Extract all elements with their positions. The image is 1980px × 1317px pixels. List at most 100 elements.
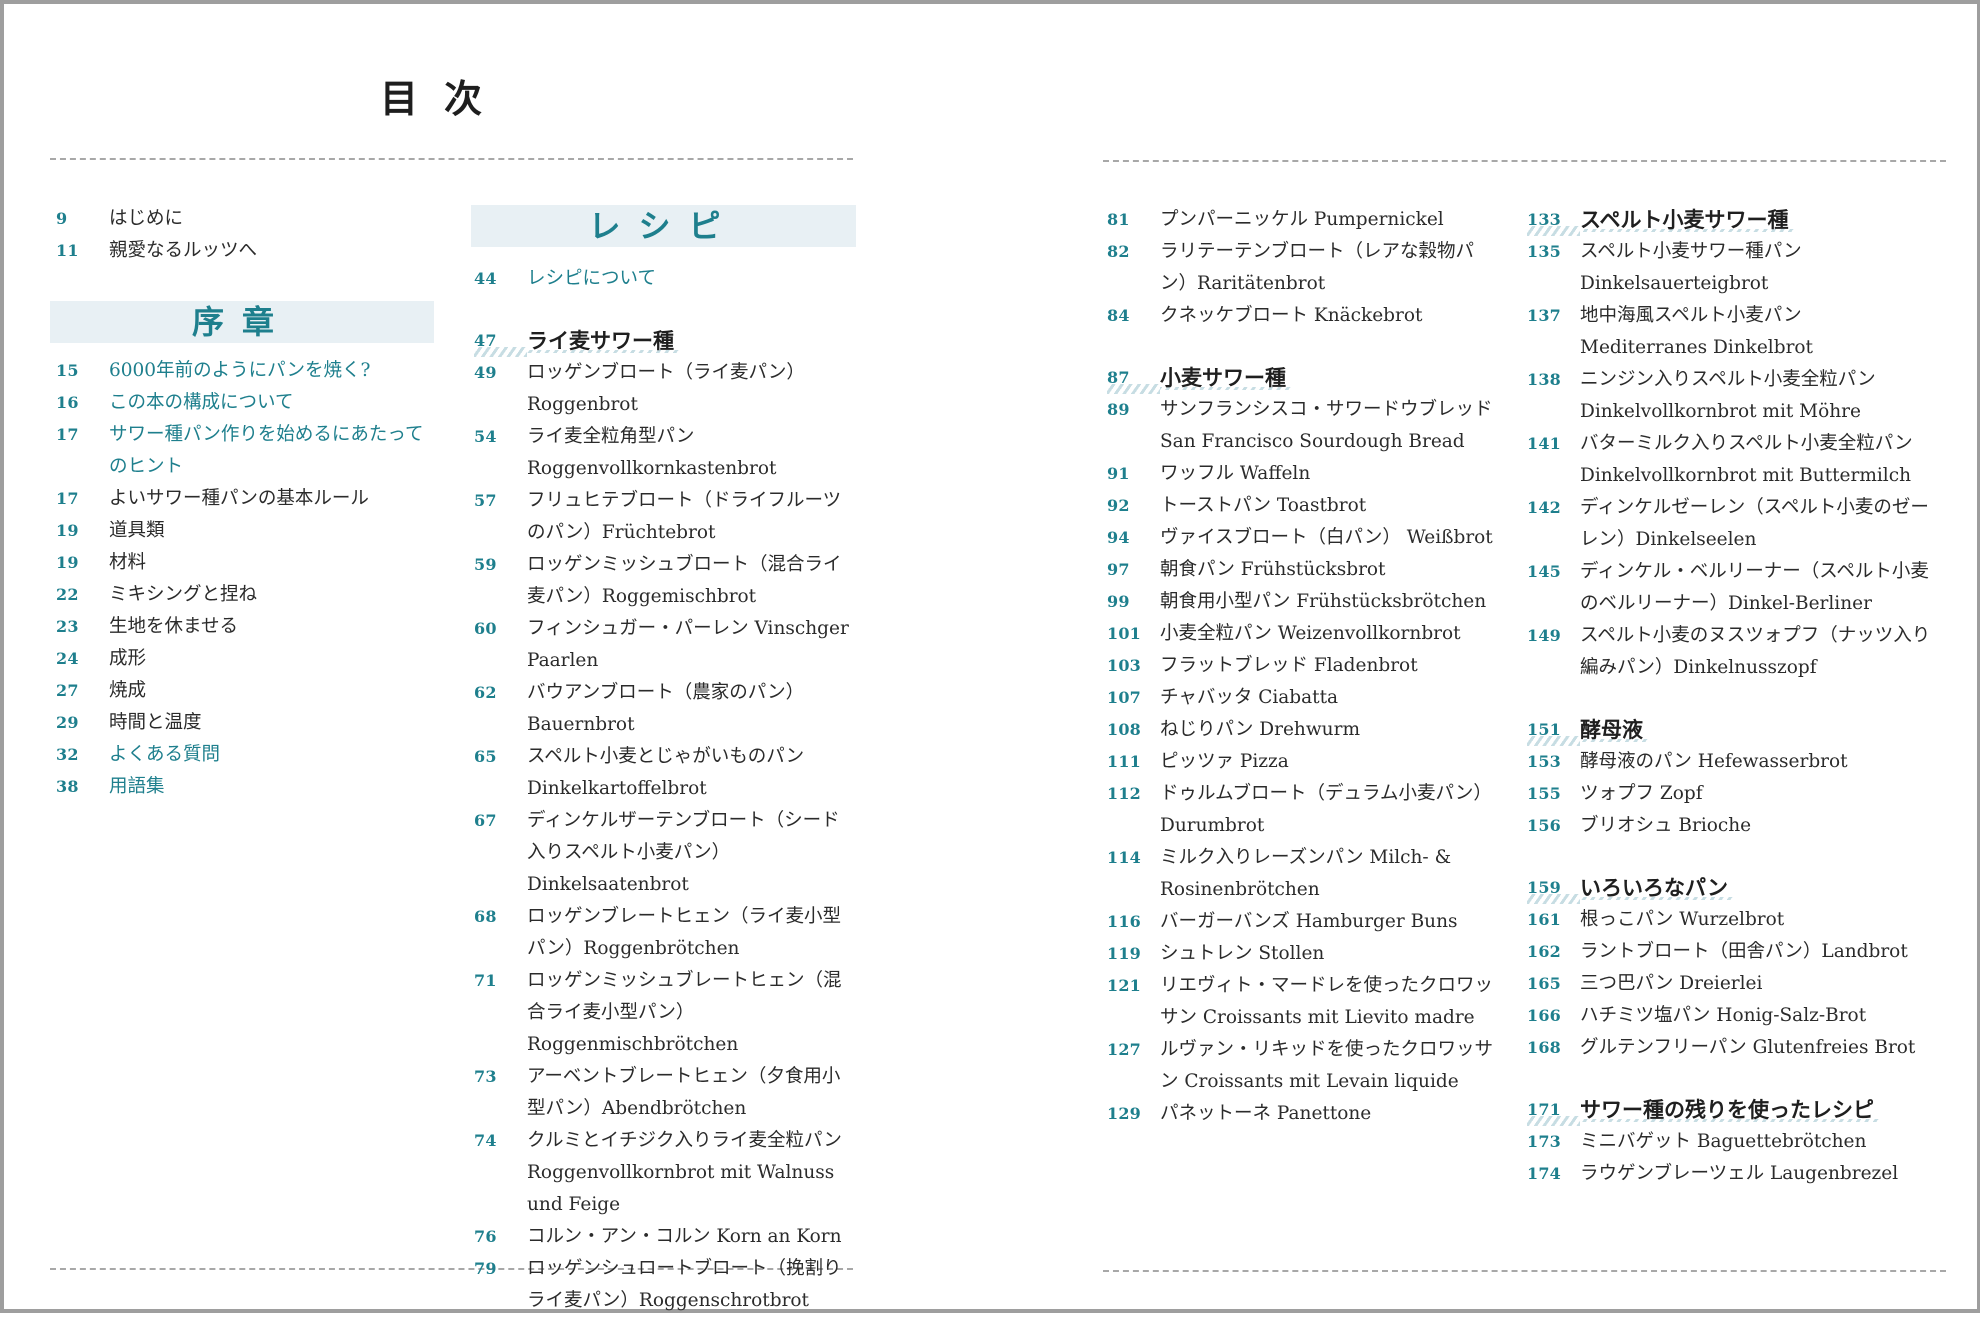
toc-entry[interactable]: 29 時間と温度 — [56, 707, 434, 739]
toc-entry[interactable]: 27 焼成 — [56, 675, 434, 707]
toc-column-2: レシピ 44 レシピについて 47 ライ麦サワー種 49 ロッゲンブロート（ライ麦パン）R… — [471, 205, 856, 1317]
toc-entry[interactable]: 62 バウアンブロート（農家のパン）Bauernbrot — [474, 677, 856, 741]
toc-entry[interactable]: 138 ニンジン入りスペルト小麦全粒パン Dinkelvollkornbrot m… — [1527, 364, 1932, 428]
toc-entry[interactable]: 32 よくある質問 — [56, 739, 434, 771]
toc-entry[interactable]: 111 ピッツァ Pizza — [1107, 746, 1497, 778]
toc-entry[interactable]: 76 コルン・アン・コルン Korn an Korn — [474, 1221, 856, 1253]
page-number: 79 — [474, 1259, 497, 1278]
toc-entry[interactable]: 91 ワッフル Waffeln — [1107, 458, 1497, 490]
toc-entry[interactable]: 103 フラットブレッド Fladenbrot — [1107, 650, 1497, 682]
page-number: 173 — [1527, 1132, 1561, 1151]
entry-title: バターミルク入りスペルト小麦全粒パン Dinkelvollkornbrot mi… — [1580, 433, 1913, 486]
toc-entry[interactable]: 141 バターミルク入りスペルト小麦全粒パン Dinkelvollkornbrot… — [1527, 428, 1932, 492]
page-number: 27 — [56, 681, 79, 700]
toc-entry[interactable]: 161 根っこパン Wurzelbrot — [1527, 904, 1932, 936]
toc-entry[interactable]: 108 ねじりパン Drehwurm — [1107, 714, 1497, 746]
entry-title: ロッゲンミッシュブレートヒェン（混合ライ麦小型パン）Roggenmischbrö… — [527, 970, 842, 1055]
toc-entry[interactable]: 54 ライ麦全粒角型パン Roggenvollkornkastenbrot — [474, 421, 856, 485]
toc-entry[interactable]: 79 ロッゲンシュロートブロート（挽割りライ麦パン）Roggenschrotbro… — [474, 1253, 856, 1317]
toc-entry[interactable]: 81 プンパーニッケル Pumpernickel — [1107, 204, 1497, 236]
toc-entry[interactable]: 9 はじめに — [56, 203, 434, 235]
entry-title: よくある質問 — [109, 744, 221, 765]
toc-entry[interactable]: 57 フリュヒテブロート（ドライフルーツのパン）Früchtebrot — [474, 485, 856, 549]
toc-entry[interactable]: 22 ミキシングと捏ね — [56, 579, 434, 611]
page-number: 11 — [56, 241, 79, 260]
toc-entry[interactable]: 49 ロッゲンブロート（ライ麦パン）Roggenbrot — [474, 357, 856, 421]
toc-entry[interactable]: 11 親愛なるルッツへ — [56, 235, 434, 267]
toc-section-heading[interactable]: 171 サワー種の残りを使ったレシピ — [1527, 1094, 1932, 1126]
toc-entry[interactable]: 59 ロッゲンミッシュブロート（混合ライ麦パン）Roggemischbrot — [474, 549, 856, 613]
entry-title: 用語集 — [109, 776, 165, 797]
toc-entry[interactable]: 15 6000年前のようにパンを焼く? — [56, 355, 434, 387]
section-title-text: 小麦サワー種 — [1160, 365, 1292, 390]
toc-entry[interactable]: 84 クネッケブロート Knäckebrot — [1107, 300, 1497, 332]
toc-entry[interactable]: 97 朝食パン Frühstücksbrot — [1107, 554, 1497, 586]
toc-entry[interactable]: 174 ラウゲンブレーツェル Laugenbrezel — [1527, 1158, 1932, 1190]
toc-entry[interactable]: 135 スペルト小麦サワー種パン Dinkelsauerteigbrot — [1527, 236, 1932, 300]
toc-entry[interactable]: 173 ミニバゲット Baguettebrötchen — [1527, 1126, 1932, 1158]
toc-section-heading[interactable]: 159 いろいろなパン — [1527, 872, 1932, 904]
entry-title: シュトレン Stollen — [1160, 943, 1325, 964]
toc-entry[interactable]: 153 酵母液のパン Hefewasserbrot — [1527, 746, 1932, 778]
entry-title: 6000年前のようにパンを焼く? — [109, 360, 371, 381]
toc-entry[interactable]: 17 サワー種パン作りを始めるにあたってのヒント — [56, 419, 434, 483]
toc-entry[interactable]: 82 ラリテーテンブロート（レアな穀物パン）Raritätenbrot — [1107, 236, 1497, 300]
entry-title: 酵母液のパン Hefewasserbrot — [1580, 751, 1848, 772]
toc-entry[interactable]: 19 材料 — [56, 547, 434, 579]
toc-section-heading[interactable]: 151 酵母液 — [1527, 714, 1932, 746]
toc-entry[interactable]: 24 成形 — [56, 643, 434, 675]
toc-entry[interactable]: 119 シュトレン Stollen — [1107, 938, 1497, 970]
page-title: 目次 — [380, 76, 509, 121]
toc-entry[interactable]: 99 朝食用小型パン Frühstücksbrötchen — [1107, 586, 1497, 618]
toc-entry[interactable]: 65 スペルト小麦とじゃがいものパン Dinkelkartoffelbrot — [474, 741, 856, 805]
toc-entry[interactable]: 68 ロッゲンブレートヒェン（ライ麦小型パン）Roggenbrötchen — [474, 901, 856, 965]
toc-section-heading[interactable]: 47 ライ麦サワー種 — [474, 325, 856, 357]
toc-entry[interactable]: 71 ロッゲンミッシュブレートヒェン（混合ライ麦小型パン）Roggenmischb… — [474, 965, 856, 1061]
toc-entry[interactable]: 60 フィンシュガー・パーレン Vinschger Paarlen — [474, 613, 856, 677]
toc-entry[interactable]: 127 ルヴァン・リキッドを使ったクロワッサン Croissants mit Le… — [1107, 1034, 1497, 1098]
toc-entry[interactable]: 162 ラントブロート（田舎パン）Landbrot — [1527, 936, 1932, 968]
page-number: 137 — [1527, 306, 1561, 325]
page-number: 155 — [1527, 784, 1561, 803]
page-number: 114 — [1107, 848, 1141, 867]
toc-entry[interactable]: 156 ブリオシュ Brioche — [1527, 810, 1932, 842]
entry-title: バウアンブロート（農家のパン）Bauernbrot — [527, 682, 805, 735]
toc-entry[interactable]: 166 ハチミツ塩パン Honig-Salz-Brot — [1527, 1000, 1932, 1032]
toc-entry[interactable]: 114 ミルク入りレーズンパン Milch- & Rosinenbrötchen — [1107, 842, 1497, 906]
toc-entry[interactable]: 155 ツォプフ Zopf — [1527, 778, 1932, 810]
page-number: 76 — [474, 1227, 497, 1246]
toc-entry[interactable]: 112 ドゥルムブロート（デュラム小麦パン）Durumbrot — [1107, 778, 1497, 842]
toc-entry[interactable]: 92 トーストパン Toastbrot — [1107, 490, 1497, 522]
entry-title: ディンケル・ベルリーナー（スペルト小麦のベルリーナー）Dinkel-Berlin… — [1580, 561, 1929, 614]
toc-entry[interactable]: 44 レシピについて — [474, 263, 856, 295]
toc-entry[interactable]: 107 チャバッタ Ciabatta — [1107, 682, 1497, 714]
toc-entry[interactable]: 149 スペルト小麦のヌスツォプフ（ナッツ入り編みパン）Dinkelnusszop… — [1527, 620, 1932, 684]
page-number: 67 — [474, 811, 497, 830]
toc-entry[interactable]: 142 ディンケルゼーレン（スペルト小麦のゼーレン）Dinkelseelen — [1527, 492, 1932, 556]
toc-entry[interactable]: 73 アーベントブレートヒェン（夕食用小型パン）Abendbrötchen — [474, 1061, 856, 1125]
toc-entry[interactable]: 137 地中海風スペルト小麦パン Mediterranes Dinkelbrot — [1527, 300, 1932, 364]
page-number: 108 — [1107, 720, 1141, 739]
toc-entry[interactable]: 165 三つ巴パン Dreierlei — [1527, 968, 1932, 1000]
toc-entry[interactable]: 38 用語集 — [56, 771, 434, 803]
entry-title: ニンジン入りスペルト小麦全粒パン Dinkelvollkornbrot mit … — [1580, 369, 1876, 422]
toc-entry[interactable]: 23 生地を休ませる — [56, 611, 434, 643]
toc-entry[interactable]: 145 ディンケル・ベルリーナー（スペルト小麦のベルリーナー）Dinkel-Ber… — [1527, 556, 1932, 620]
toc-section-heading[interactable]: 87 小麦サワー種 — [1107, 362, 1497, 394]
toc-entry[interactable]: 121 リエヴィト・マードレを使ったクロワッサン Croissants mit L… — [1107, 970, 1497, 1034]
toc-entry[interactable]: 74 クルミとイチジク入りライ麦全粒パン Roggenvollkornbrot m… — [474, 1125, 856, 1221]
section-banner-prologue: 序章 — [50, 301, 434, 343]
toc-entry[interactable]: 94 ヴァイスブロート（白パン） Weißbrot — [1107, 522, 1497, 554]
toc-entry[interactable]: 16 この本の構成について — [56, 387, 434, 419]
toc-entry[interactable]: 129 パネットーネ Panettone — [1107, 1098, 1497, 1130]
toc-entry[interactable]: 116 バーガーバンズ Hamburger Buns — [1107, 906, 1497, 938]
toc-section-heading[interactable]: 133 スペルト小麦サワー種 — [1527, 204, 1932, 236]
toc-entry[interactable]: 89 サンフランシスコ・サワードウブレッド San Francisco Sourd… — [1107, 394, 1497, 458]
toc-entry[interactable]: 19 道具類 — [56, 515, 434, 547]
toc-entry[interactable]: 168 グルテンフリーパン Glutenfreies Brot — [1527, 1032, 1932, 1064]
toc-entry[interactable]: 101 小麦全粒パン Weizenvollkornbrot — [1107, 618, 1497, 650]
section-title-text: スペルト小麦サワー種 — [1580, 207, 1795, 232]
toc-entry[interactable]: 17 よいサワー種パンの基本ルール — [56, 483, 434, 515]
toc-entry[interactable]: 67 ディンケルザーテンブロート（シード入りスペルト小麦パン）Dinkelsaat… — [474, 805, 856, 901]
entry-title: ミキシングと捏ね — [109, 584, 258, 605]
